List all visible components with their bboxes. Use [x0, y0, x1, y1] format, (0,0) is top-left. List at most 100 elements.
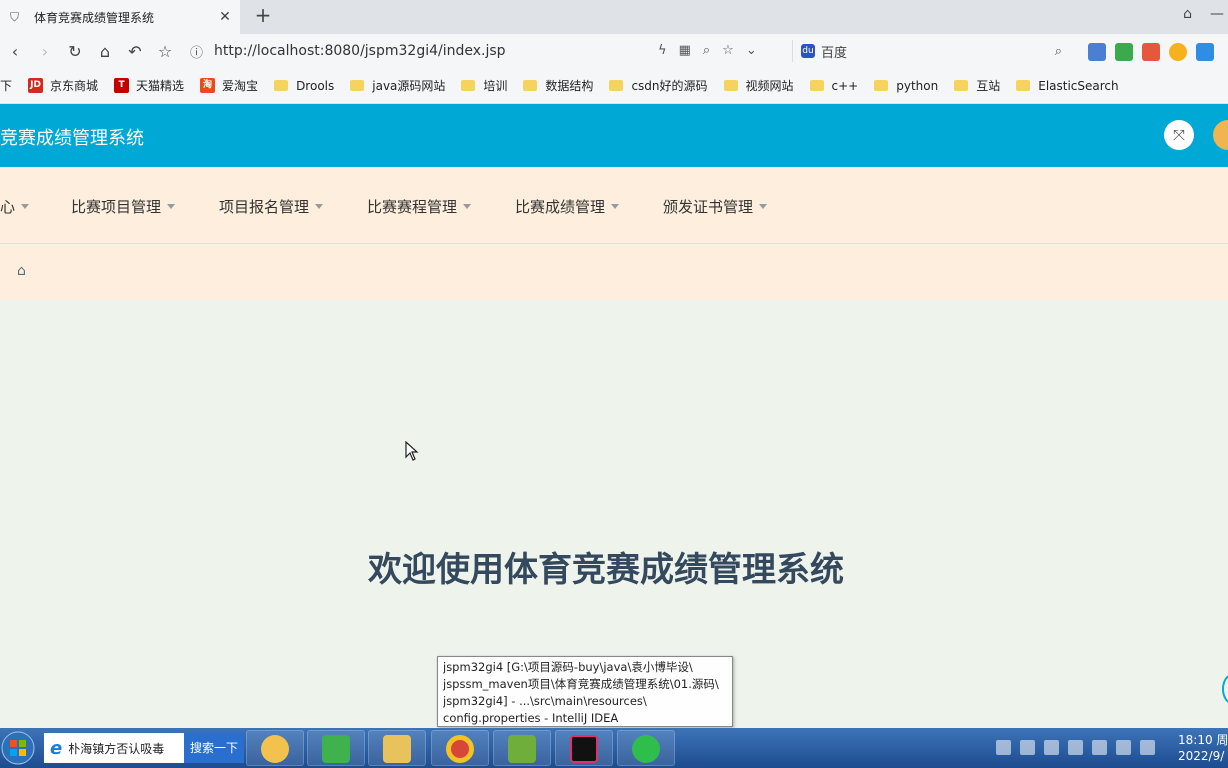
bookmark-item[interactable]: 视频网站 — [723, 77, 794, 94]
forward-icon[interactable]: › — [30, 42, 60, 61]
search-box[interactable]: du 百度 ⌕ — [792, 40, 1070, 62]
flag-icon[interactable] — [1044, 740, 1059, 755]
folder-icon — [874, 80, 889, 91]
menu-item[interactable]: 比赛项目管理 — [71, 196, 176, 217]
app-title: 竞赛成绩管理系统 — [0, 128, 144, 149]
menu-item-label: 比赛成绩管理 — [515, 198, 606, 216]
bookmark-item[interactable]: ElasticSearch — [1016, 79, 1119, 93]
qr-icon[interactable]: ▦ — [679, 43, 691, 58]
clock-time: 18:10 周 — [1178, 733, 1228, 747]
wechat-app-icon — [632, 735, 660, 763]
taskbar-app-wechat[interactable] — [617, 730, 675, 766]
security-icon[interactable] — [1092, 740, 1107, 755]
folder-icon — [723, 80, 738, 91]
minimize-icon[interactable]: — — [1210, 6, 1224, 22]
folder-icon — [954, 80, 969, 91]
clock[interactable]: 18:10 周 2022/9/ — [1178, 732, 1228, 764]
pdf-extension-icon[interactable] — [1142, 43, 1160, 61]
bookmark-item[interactable]: 互站 — [954, 77, 1000, 94]
taskbar-app-cloud[interactable] — [246, 730, 304, 766]
search-placeholder[interactable]: 百度 — [821, 42, 1055, 61]
folder-icon — [609, 80, 624, 91]
menu-item[interactable]: 比赛成绩管理 — [515, 196, 620, 217]
search-icon[interactable]: ⌕ — [1055, 44, 1062, 59]
mouse-cursor-icon — [405, 441, 419, 461]
pin-icon[interactable]: ⌂ — [1183, 6, 1192, 22]
player-app-icon — [322, 735, 350, 763]
bookmark-star-icon[interactable]: ☆ — [722, 43, 734, 58]
lightning-icon[interactable]: ϟ — [658, 43, 667, 58]
bookmark-item[interactable]: c++ — [809, 79, 858, 93]
ie-search-box[interactable]: e 朴海镇方否认吸毒 — [44, 733, 184, 763]
tray-up-icon[interactable] — [1020, 740, 1035, 755]
moon-extension-icon[interactable] — [1169, 43, 1187, 61]
bookmark-item[interactable]: 下 — [0, 77, 12, 94]
check-icon[interactable] — [1116, 740, 1131, 755]
favorite-star-icon[interactable]: ☆ — [150, 42, 180, 61]
taskbar-app-chrome[interactable] — [431, 730, 489, 766]
folder-icon — [350, 80, 365, 91]
folder-app-icon — [383, 735, 411, 763]
taskbar-app-explorer[interactable] — [368, 730, 426, 766]
bookmark-item[interactable]: 数据结构 — [523, 77, 593, 94]
caret-down-icon — [759, 204, 768, 209]
translate-extension-icon[interactable] — [1088, 43, 1106, 61]
bookmarks-bar: 下 JD 京东商城 T 天猫精选 淘爱淘宝 Drools java源码网站 培训 数据结构 csdn… — [0, 68, 1228, 104]
clock-date: 2022/9/ — [1178, 749, 1225, 763]
menu-item[interactable]: 比赛赛程管理 — [367, 196, 472, 217]
baidu-icon: du — [801, 44, 815, 58]
caret-down-icon — [611, 204, 620, 209]
chevron-down-icon[interactable]: ⌄ — [746, 43, 757, 58]
bookmark-item[interactable]: csdn好的源码 — [609, 77, 708, 94]
windows-taskbar: e 朴海镇方否认吸毒 搜索一下 18:10 周 2022/9/ — [0, 728, 1228, 768]
fullscreen-icon[interactable]: ⤧ — [1164, 120, 1194, 150]
info-icon[interactable]: ⓘ — [190, 42, 208, 61]
bookmark-logo-icon: T — [114, 78, 130, 93]
network-icon[interactable] — [1140, 740, 1155, 755]
bookmark-item[interactable]: Drools — [274, 79, 334, 93]
tools-extension-icon[interactable] — [1196, 43, 1214, 61]
bookmark-item[interactable]: 淘爱淘宝 — [200, 77, 258, 94]
tab-title: 体育竞赛成绩管理系统 — [34, 10, 155, 25]
url-text[interactable]: http://localhost:8080/jspm32gi4/index.js… — [214, 43, 506, 59]
menu-item-label: 项目报名管理 — [219, 198, 310, 216]
extensions — [1088, 43, 1214, 61]
menu-item[interactable]: 项目报名管理 — [219, 196, 324, 217]
taskbar-app-intellij[interactable] — [555, 730, 613, 766]
caret-down-icon — [463, 204, 472, 209]
tab-close-icon[interactable]: ✕ — [216, 9, 234, 25]
taskbar-app-editor[interactable] — [493, 730, 551, 766]
apps-extension-icon[interactable] — [1115, 43, 1133, 61]
bookmark-item[interactable]: java源码网站 — [350, 77, 445, 94]
caret-down-icon — [167, 204, 176, 209]
intellij-app-icon — [570, 735, 598, 763]
breadcrumb: ⌂ — [0, 245, 1228, 300]
bookmark-item[interactable]: JD 京东商城 — [28, 77, 98, 94]
home-browser-icon[interactable]: ⌂ — [90, 42, 120, 61]
tooltip-line: jspm32gi4] - ...\src\main\resources\ — [443, 694, 647, 708]
bookmark-item[interactable]: T 天猫精选 — [114, 77, 184, 94]
avatar[interactable] — [1213, 120, 1228, 150]
browser-tab[interactable]: ⛉ 体育竞赛成绩管理系统 ✕ — [0, 0, 240, 34]
bookmark-item[interactable]: 培训 — [461, 77, 507, 94]
browser-tab-strip: ⛉ 体育竞赛成绩管理系统 ✕ + ⌂ — — [0, 0, 1228, 34]
taskbar-search-button[interactable]: 搜索一下 — [184, 733, 244, 763]
keyboard-icon[interactable] — [996, 740, 1011, 755]
back-icon[interactable]: ‹ — [0, 42, 30, 61]
new-tab-button[interactable]: + — [252, 4, 274, 28]
floating-action-button[interactable] — [1222, 674, 1228, 704]
undo-icon[interactable]: ↶ — [120, 42, 150, 61]
reload-icon[interactable]: ↻ — [60, 42, 90, 61]
menu-item[interactable]: 颁发证书管理 — [663, 196, 768, 217]
welcome-heading: 欢迎使用体育竞赛成绩管理系统 — [368, 550, 844, 590]
zoom-icon[interactable]: ⌕ — [703, 43, 710, 58]
ie-search-text[interactable]: 朴海镇方否认吸毒 — [68, 740, 164, 757]
menu-item[interactable]: 心 — [0, 196, 30, 217]
start-button-icon[interactable] — [0, 729, 36, 767]
bookmark-item[interactable]: python — [874, 79, 938, 93]
monitor-icon[interactable] — [1068, 740, 1083, 755]
taskbar-app-player[interactable] — [307, 730, 365, 766]
window-controls: ⌂ — — [1183, 6, 1228, 22]
home-icon[interactable]: ⌂ — [17, 263, 33, 279]
bookmark-label: 京东商城 — [50, 79, 99, 93]
